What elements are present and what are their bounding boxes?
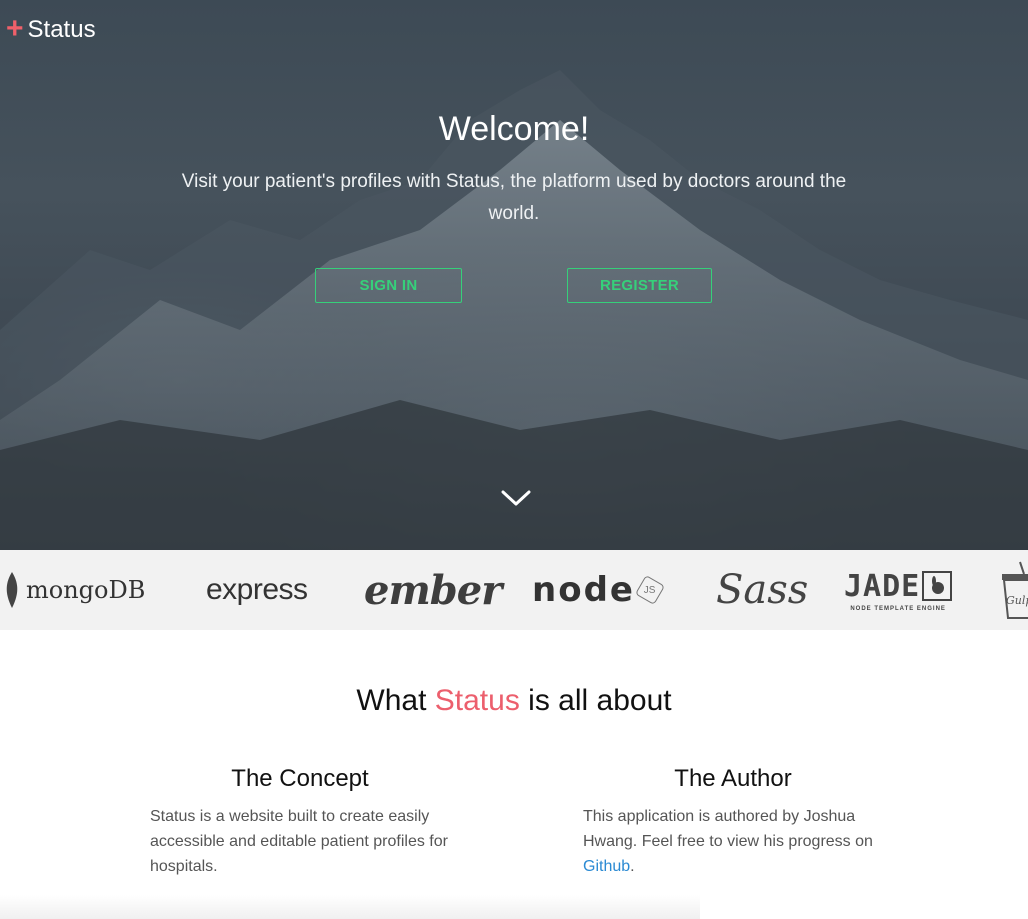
- brand-name: Status: [27, 16, 96, 43]
- author-body: This application is authored by Joshua H…: [583, 808, 873, 875]
- ember-logo: ember: [364, 566, 502, 614]
- hero-tagline: Visit your patient's profiles with Statu…: [181, 171, 847, 224]
- about-title-accent: Status: [434, 684, 520, 717]
- hero-section: + Status Welcome! Visit your patient's p…: [0, 0, 1028, 550]
- js-badge-icon: JS: [634, 574, 665, 606]
- about-title: What Status is all about: [356, 684, 672, 717]
- chevron-down-icon[interactable]: [500, 487, 532, 509]
- sign-in-button[interactable]: SIGN IN: [315, 268, 462, 303]
- concept-body: Status is a website built to create easi…: [150, 808, 448, 875]
- jade-rabbit-icon: [922, 571, 953, 601]
- gulp-cup-icon: Gulp: [1002, 561, 1028, 619]
- concept-heading: The Concept: [231, 765, 369, 792]
- tech-logo-strip: mongoDB express ember node JS Sass JADE …: [0, 550, 1028, 630]
- github-link[interactable]: Github: [583, 858, 630, 875]
- author-heading: The Author: [674, 765, 792, 792]
- register-button[interactable]: REGISTER: [567, 268, 712, 303]
- jade-logo: JADE NODE TEMPLATE ENGINE: [844, 550, 953, 630]
- hero-title: Welcome!: [438, 110, 590, 148]
- bottom-shadow: [0, 895, 700, 919]
- author-column: The Author This application is authored …: [583, 765, 883, 879]
- gulp-logo: Gulp: [1000, 550, 1028, 630]
- plus-icon: +: [6, 12, 24, 45]
- express-logo: express: [206, 573, 308, 606]
- mongodb-logo: mongoDB: [4, 550, 145, 630]
- mongodb-leaf-icon: [6, 572, 18, 608]
- brand-logo[interactable]: + Status: [6, 12, 96, 45]
- concept-column: The Concept Status is a website built to…: [150, 765, 450, 879]
- mountain-background: [0, 70, 1028, 550]
- nodejs-logo: node JS: [532, 550, 665, 630]
- sass-logo: Sass: [716, 567, 809, 613]
- svg-text:Gulp: Gulp: [1006, 594, 1028, 607]
